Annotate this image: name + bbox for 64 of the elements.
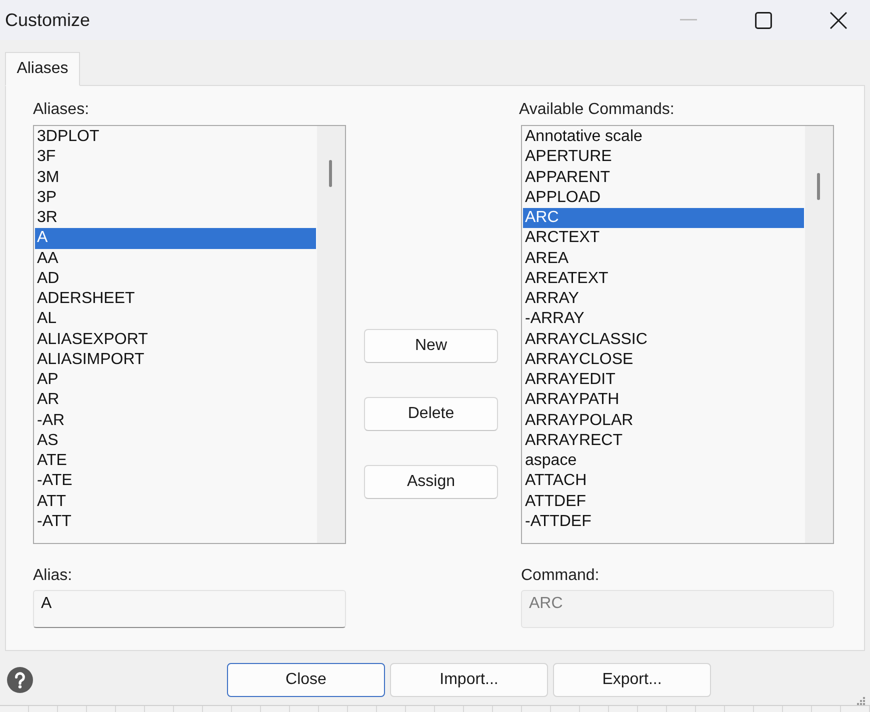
close-icon — [830, 12, 846, 28]
action-button[interactable]: Delete — [364, 397, 498, 431]
list-item[interactable]: ARRAYCLASSIC — [523, 330, 804, 350]
list-item[interactable]: ARC — [523, 208, 804, 228]
field-label: Alias: — [33, 566, 72, 586]
list-item[interactable]: ADERSHEET — [35, 289, 316, 310]
window-title: Customize — [5, 10, 92, 30]
scrollbar[interactable] — [317, 126, 345, 543]
dialog-button[interactable]: Import... — [390, 663, 548, 697]
list-item[interactable]: 3P — [35, 188, 316, 208]
field-label: Available Commands: — [519, 100, 674, 120]
list-item[interactable]: aspace — [523, 451, 804, 472]
list-item[interactable]: ARRAYPOLAR — [523, 410, 804, 431]
list-item[interactable]: ARRAYRECT — [523, 430, 804, 451]
list-item[interactable]: AS — [35, 430, 316, 451]
scrollbar-thumb[interactable] — [329, 160, 332, 187]
list-item[interactable]: 3F — [35, 147, 316, 168]
list-item[interactable]: ATE — [35, 451, 316, 472]
help-icon[interactable] — [7, 667, 33, 693]
field-label: Command: — [521, 566, 600, 586]
list-item[interactable]: ATTDEF — [523, 492, 804, 512]
list-item[interactable]: ARRAYPATH — [523, 390, 804, 410]
list-item[interactable]: ATTACH — [523, 471, 804, 492]
list-item[interactable]: ARRAY — [523, 289, 804, 310]
command-list[interactable]: Annotative scale APERTURE APPARENT APPLOAD ARC ARCTEXT AREA AREATEXT ARRAY -ARRAY ARRAYCLASSIC ARRAYCLOSE ARRAYEDIT ARRAYPATH ARRAYPOLAR ARRAYRECT aspace ATTACH ATTDEF -ATTDEF — [521, 125, 834, 544]
list-item[interactable]: 3R — [35, 208, 316, 228]
list-item[interactable]: AR — [35, 390, 316, 410]
list-item[interactable]: APPARENT — [523, 168, 804, 188]
list-item[interactable]: -ATE — [35, 471, 316, 492]
list-item[interactable]: -ATTDEF — [523, 512, 804, 532]
dialog-button[interactable]: Close — [227, 663, 385, 697]
action-button[interactable]: Assign — [364, 465, 498, 499]
list-item[interactable]: AP — [35, 370, 316, 390]
list-item[interactable]: ARRAYEDIT — [523, 370, 804, 390]
scrollbar-thumb[interactable] — [817, 173, 820, 200]
field-label: Aliases: — [33, 100, 90, 120]
list-item[interactable]: ALIASIMPORT — [35, 350, 316, 370]
list-item[interactable]: 3M — [35, 168, 316, 188]
scrollbar[interactable] — [805, 126, 833, 543]
list-item[interactable]: ARCTEXT — [523, 228, 804, 248]
dialog-button[interactable]: Export... — [553, 663, 711, 697]
list-item[interactable]: A — [35, 228, 316, 248]
alias-list[interactable]: 3DPLOT 3F 3M 3P 3R A AA AD ADERSHEET AL ALIASEXPORT ALIASIMPORT AP AR -AR AS ATE -ATE ATT -ATT — [33, 125, 346, 544]
tab[interactable]: Aliases — [5, 52, 80, 86]
list-item[interactable]: -AR — [35, 410, 316, 431]
list-item[interactable]: ARRAYCLOSE — [523, 350, 804, 370]
list-item[interactable]: -ARRAY — [523, 309, 804, 330]
maximize-icon — [754, 12, 772, 28]
alias-field[interactable]: A — [33, 590, 346, 628]
list-item[interactable]: ALIASEXPORT — [35, 330, 316, 350]
list-item[interactable]: AREATEXT — [523, 268, 804, 289]
list-item[interactable]: 3DPLOT — [35, 127, 316, 148]
action-button[interactable]: New — [364, 329, 498, 363]
list-item[interactable]: AL — [35, 309, 316, 330]
list-item[interactable]: AREA — [523, 248, 804, 269]
minimize-icon — [680, 19, 696, 21]
list-item[interactable]: APERTURE — [523, 147, 804, 168]
resize-grip-icon[interactable] — [857, 697, 865, 705]
list-item[interactable]: Annotative scale — [523, 127, 804, 148]
list-item[interactable]: AD — [35, 268, 316, 289]
list-item[interactable]: ATT — [35, 492, 316, 512]
list-item[interactable]: APPLOAD — [523, 188, 804, 208]
list-item[interactable]: -ATT — [35, 512, 316, 532]
list-item[interactable]: AA — [35, 248, 316, 269]
